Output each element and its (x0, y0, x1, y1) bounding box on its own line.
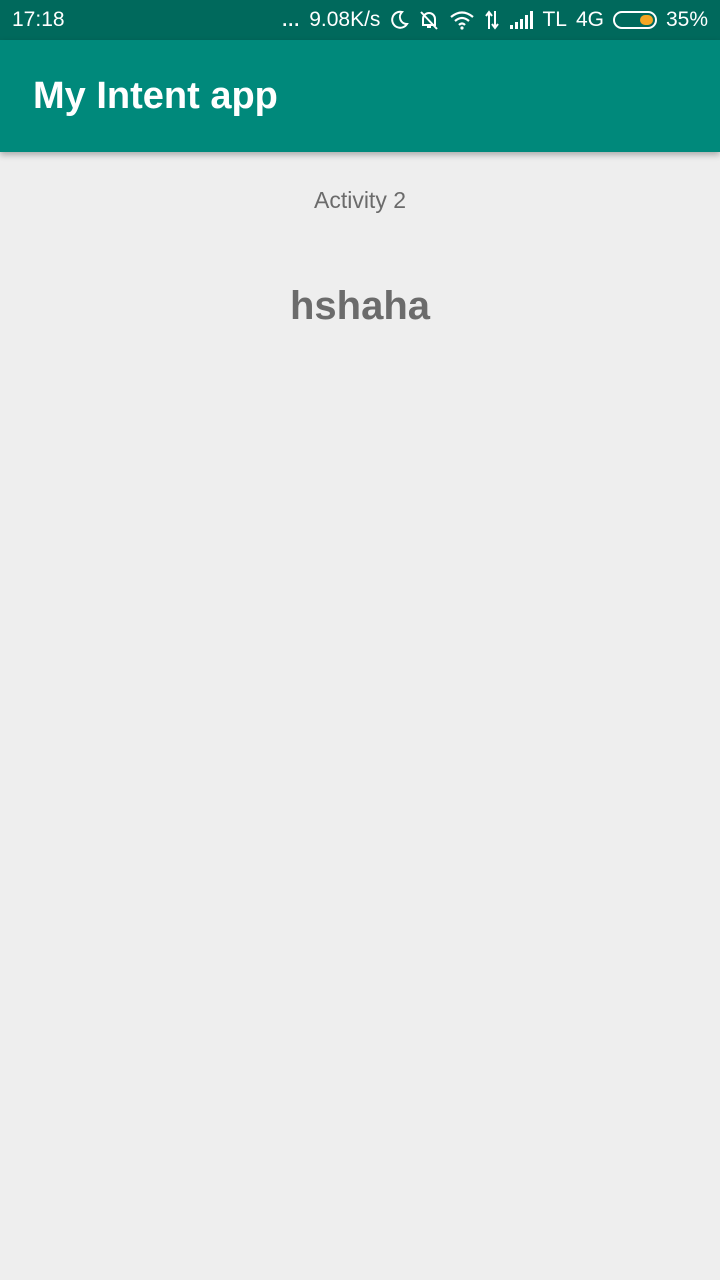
signal-icon (509, 11, 534, 29)
status-icons: ... 9.08K/s TL 4G 35% (282, 8, 708, 32)
carrier-label: TL (542, 8, 567, 31)
battery-fill (639, 15, 653, 25)
app-title: My Intent app (33, 74, 278, 117)
app-bar: My Intent app (0, 40, 720, 152)
network-type-label: 4G (575, 8, 604, 31)
status-bar: 17:18 ... 9.08K/s TL 4G 35% (0, 0, 720, 40)
message-text: hshaha (289, 284, 431, 328)
status-time: 17:18 (12, 8, 65, 31)
moon-icon (389, 10, 410, 30)
battery-icon (612, 11, 657, 29)
activity-label: Activity 2 (313, 187, 407, 213)
more-dots: ... (282, 9, 301, 30)
bell-off-icon (418, 9, 440, 31)
network-speed: 9.08K/s (309, 8, 381, 31)
battery-percent: 35% (665, 8, 708, 31)
main-content: Activity 2 hshaha (0, 152, 720, 1280)
data-arrows-icon (484, 10, 500, 30)
wifi-icon (449, 10, 475, 30)
